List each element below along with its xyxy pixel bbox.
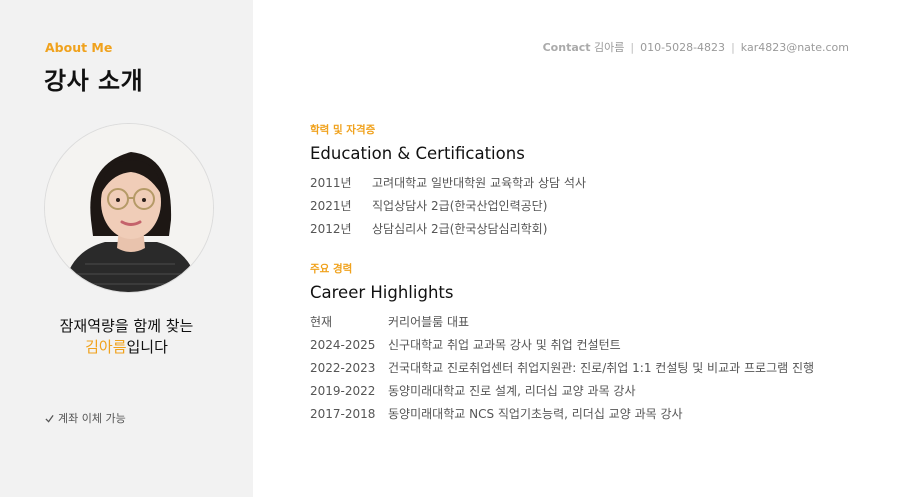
career-eyebrow: 주요 경력: [310, 263, 353, 275]
payment-note-label: 계좌 이체 가능: [58, 412, 126, 425]
list-item: 2012년 상담심리사 2급(한국상담심리학회): [310, 218, 586, 241]
item-text: 고려대학교 일반대학원 교육학과 상담 석사: [372, 176, 586, 190]
check-icon: [45, 414, 54, 423]
item-text: 건국대학교 진로취업센터 취업지원관: 진로/취업 1:1 컨설팅 및 비교과 …: [388, 361, 815, 375]
list-item: 2021년 직업상담사 2급(한국산업인력공단): [310, 195, 586, 218]
item-year: 2017-2018: [310, 407, 376, 421]
education-section: 학력 및 자격증 Education & Certifications 2011…: [310, 122, 586, 241]
contact-info: Contact 김아름 | 010-5028-4823 | kar4823@nate.c…: [542, 41, 849, 54]
item-text: 신구대학교 취업 교과목 강사 및 취업 컨설턴트: [388, 338, 621, 352]
list-item: 2019-2022 동양미래대학교 진로 설계, 리더십 교양 과목 강사: [310, 380, 814, 403]
tagline-line2: 김아름입니다: [0, 337, 253, 358]
contact-email[interactable]: kar4823@nate.com: [741, 41, 849, 54]
career-section: 주요 경력 Career Highlights 현재 커리어블룸 대표 2024…: [310, 261, 814, 426]
profile-page: About Me 강사 소개 잠재역량을 함께 찾는 김아름입니다 계좌 이체 …: [0, 0, 897, 497]
list-item: 2011년 고려대학교 일반대학원 교육학과 상담 석사: [310, 172, 586, 195]
tagline-suffix: 입니다: [126, 338, 168, 356]
contact-name: 김아름: [594, 41, 625, 54]
item-year: 현재: [310, 315, 333, 329]
contact-phone[interactable]: 010-5028-4823: [640, 41, 725, 54]
education-title: Education & Certifications: [310, 144, 525, 163]
about-me-eyebrow: About Me: [45, 40, 113, 55]
tagline-line1: 잠재역량을 함께 찾는: [59, 317, 194, 335]
list-item: 2017-2018 동양미래대학교 NCS 직업기초능력, 리더십 교양 과목 …: [310, 403, 814, 426]
item-year: 2021년: [310, 199, 352, 213]
tagline: 잠재역량을 함께 찾는 김아름입니다: [0, 316, 253, 358]
portrait-photo: [45, 124, 213, 292]
item-year: 2012년: [310, 222, 352, 236]
sidebar: About Me 강사 소개 잠재역량을 함께 찾는 김아름입니다 계좌 이체 …: [0, 0, 253, 497]
instructor-name: 김아름: [85, 338, 127, 356]
avatar: [44, 123, 214, 293]
item-year: 2024-2025: [310, 338, 376, 352]
payment-note: 계좌 이체 가능: [45, 410, 126, 426]
list-item: 2022-2023 건국대학교 진로취업센터 취업지원관: 진로/취업 1:1 …: [310, 357, 814, 380]
list-item: 2024-2025 신구대학교 취업 교과목 강사 및 취업 컨설턴트: [310, 334, 814, 357]
item-text: 동양미래대학교 NCS 직업기초능력, 리더십 교양 과목 강사: [388, 407, 683, 421]
item-year: 2019-2022: [310, 384, 376, 398]
page-title: 강사 소개: [44, 67, 144, 95]
item-year: 2022-2023: [310, 361, 376, 375]
list-item: 현재 커리어블룸 대표: [310, 311, 814, 334]
career-title: Career Highlights: [310, 283, 454, 302]
item-text: 커리어블룸 대표: [388, 315, 470, 329]
item-text: 직업상담사 2급(한국산업인력공단): [372, 199, 548, 213]
education-eyebrow: 학력 및 자격증: [310, 124, 376, 136]
item-year: 2011년: [310, 176, 352, 190]
item-text: 동양미래대학교 진로 설계, 리더십 교양 과목 강사: [388, 384, 636, 398]
item-text: 상담심리사 2급(한국상담심리학회): [372, 222, 548, 236]
contact-label: Contact: [542, 41, 591, 54]
